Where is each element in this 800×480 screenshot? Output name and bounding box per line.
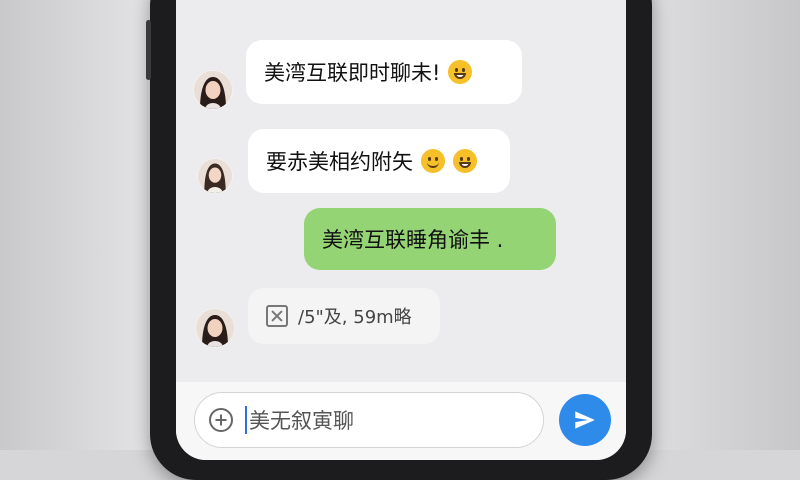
file-message-bubble[interactable]: /5"及, 59m略 bbox=[248, 288, 440, 344]
file-info: /5"及, 59m略 bbox=[298, 307, 412, 328]
message-bubble-incoming[interactable]: 美湾互联即时聊未! bbox=[246, 40, 522, 104]
grin-emoji-icon bbox=[448, 60, 473, 84]
message-text: 美湾互联即时聊未! bbox=[264, 61, 441, 85]
message-text: 要赤美相约附矢 bbox=[266, 150, 413, 174]
message-input-text: 美无叙寅聊 bbox=[249, 409, 354, 433]
message-text: 美湾互联睡角谕丰 . bbox=[322, 228, 504, 252]
chat-screen: 美湾互联即时聊未! 要赤美相约附矢 美湾互联睡角谕丰 . /5"及, 59m略 … bbox=[176, 0, 626, 460]
phone-frame: 美湾互联即时聊未! 要赤美相约附矢 美湾互联睡角谕丰 . /5"及, 59m略 … bbox=[146, 0, 652, 480]
grin-emoji-icon bbox=[453, 149, 477, 173]
smile-emoji-icon bbox=[421, 149, 445, 173]
file-icon bbox=[266, 305, 288, 327]
paper-plane-icon bbox=[575, 411, 595, 429]
avatar[interactable] bbox=[198, 159, 232, 193]
avatar[interactable] bbox=[196, 309, 234, 347]
composer-bar: 美无叙寅聊 bbox=[176, 382, 626, 460]
avatar[interactable] bbox=[194, 71, 232, 109]
message-input[interactable]: 美无叙寅聊 bbox=[194, 392, 544, 448]
text-cursor bbox=[245, 406, 247, 434]
message-bubble-outgoing[interactable]: 美湾互联睡角谕丰 . bbox=[304, 208, 556, 270]
message-list[interactable]: 美湾互联即时聊未! 要赤美相约附矢 美湾互联睡角谕丰 . /5"及, 59m略 bbox=[176, 0, 626, 380]
plus-circle-icon[interactable] bbox=[209, 408, 233, 432]
message-bubble-incoming[interactable]: 要赤美相约附矢 bbox=[248, 129, 510, 193]
send-button[interactable] bbox=[559, 394, 611, 446]
phone-side-button bbox=[146, 20, 151, 80]
